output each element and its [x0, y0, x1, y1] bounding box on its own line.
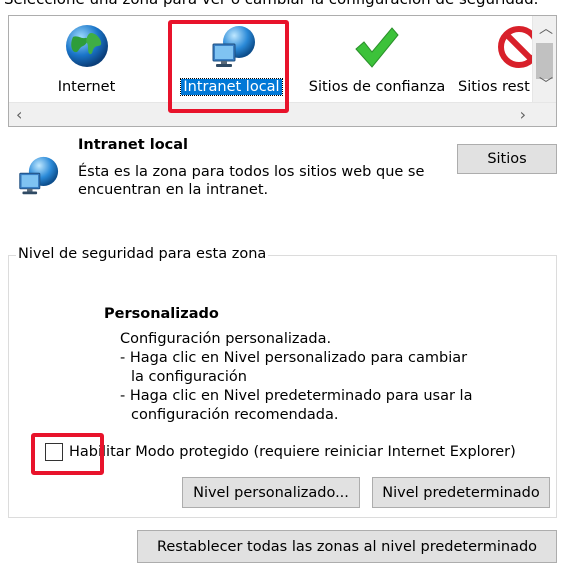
security-level-line: - Haga clic en Nivel personalizado para … — [120, 350, 468, 366]
zone-label: Sitios de confianza — [308, 79, 446, 95]
zone-trusted-sites[interactable]: Sitios de confianza — [307, 16, 447, 106]
security-level-line: - Haga clic en Nivel predeterminado para… — [120, 388, 473, 404]
custom-level-button[interactable]: Nivel personalizado... — [182, 477, 360, 508]
zone-title: Intranet local — [78, 137, 189, 153]
intranet-globe-monitor-icon — [19, 156, 59, 195]
zone-description-line: encuentran en la intranet. — [78, 182, 269, 198]
sites-button[interactable]: Sitios — [457, 144, 557, 174]
highlight-box — [31, 433, 104, 475]
zone-restricted-sites[interactable]: Sitios rest — [452, 16, 537, 106]
security-level-line: configuración recomendada. — [131, 407, 339, 423]
security-level-group-title: Nivel de seguridad para esta zona — [16, 246, 269, 262]
highlight-box — [168, 20, 289, 113]
reset-all-zones-button[interactable]: Restablecer todas las zonas al nivel pre… — [137, 530, 557, 563]
default-level-button[interactable]: Nivel predeterminado — [372, 477, 550, 508]
zone-instruction-text: Seleccione una zona para ver o cambiar l… — [4, 0, 538, 8]
protected-mode-label[interactable]: Habilitar Modo protegido (requiere reini… — [69, 444, 516, 461]
security-level-line: la configuración — [131, 369, 247, 385]
green-checkmark-icon — [355, 27, 399, 68]
zone-label: Internet — [57, 79, 116, 95]
zone-description-line: Ésta es la zona para todos los sitios we… — [78, 164, 425, 180]
security-level-title: Personalizado — [104, 306, 219, 322]
restricted-sign-icon — [498, 26, 537, 68]
vertical-scrollbar[interactable]: ︿ ﹀ — [532, 16, 556, 102]
scroll-right-icon[interactable]: › — [520, 107, 526, 123]
globe-icon — [66, 25, 108, 67]
scroll-left-icon[interactable]: ‹ — [16, 107, 22, 123]
scroll-down-icon[interactable]: ﹀ — [539, 78, 553, 92]
zone-internet[interactable]: Internet — [39, 16, 134, 106]
scroll-up-icon[interactable]: ︿ — [539, 22, 553, 36]
zone-label: Sitios rest — [458, 79, 530, 95]
scroll-thumb[interactable] — [536, 43, 553, 79]
security-level-line: Configuración personalizada. — [120, 331, 332, 347]
